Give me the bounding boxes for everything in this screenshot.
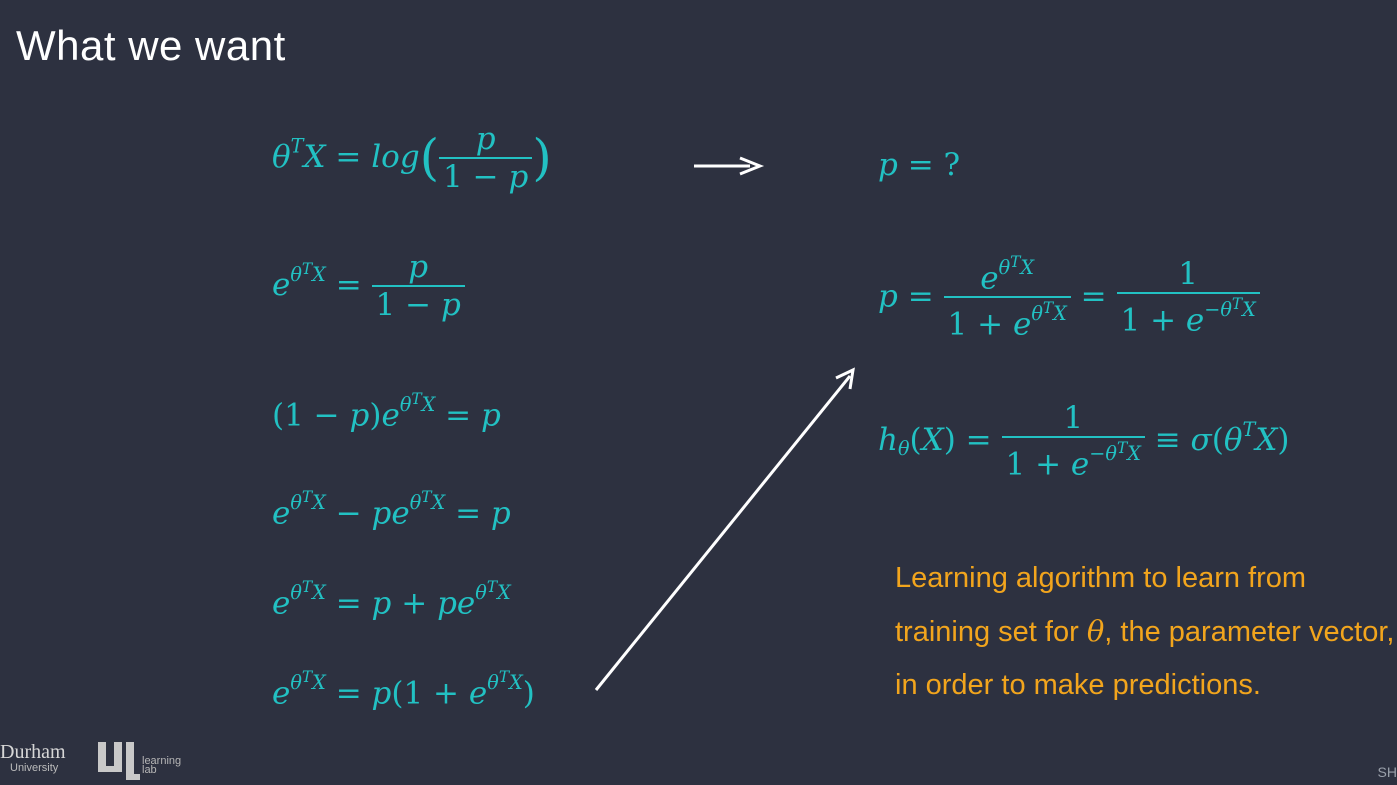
durham-university-logo: Durham University [0, 742, 66, 774]
university-text: University [10, 762, 59, 774]
equation-1: θTX = log(p 1 − p) [272, 121, 552, 195]
diagonal-arrow-icon [594, 367, 855, 691]
learning-note: Learning algorithm to learn from trainin… [895, 552, 1395, 712]
equation-5: eθTX = p + peθTX [272, 578, 511, 622]
corner-label: SH [1377, 764, 1397, 780]
equation-p-solution: p = eθTX 1 + eθTX = 11 + e−θTX [878, 254, 1260, 341]
equation-2: eθTX = p1 − p [272, 252, 465, 321]
learning-lab-logo-icon [98, 742, 140, 780]
lab-line-2: lab [142, 764, 157, 776]
equation-3: (1 − p)eθTX = p [272, 390, 501, 434]
equation-hypothesis: hθ(X) = 11 + e−θTX ≡ σ(θTX) [878, 400, 1290, 483]
equation-6: eθTX = p(1 + eθTX) [272, 668, 535, 712]
equation-p-question: p = ? [878, 147, 961, 183]
learning-lab-text: learning lab [142, 756, 181, 776]
equation-4: eθTX − peθTX = p [272, 488, 511, 532]
durham-text: Durham [0, 741, 66, 763]
right-arrow-icon [694, 156, 765, 176]
note-theta: θ [1086, 614, 1105, 648]
